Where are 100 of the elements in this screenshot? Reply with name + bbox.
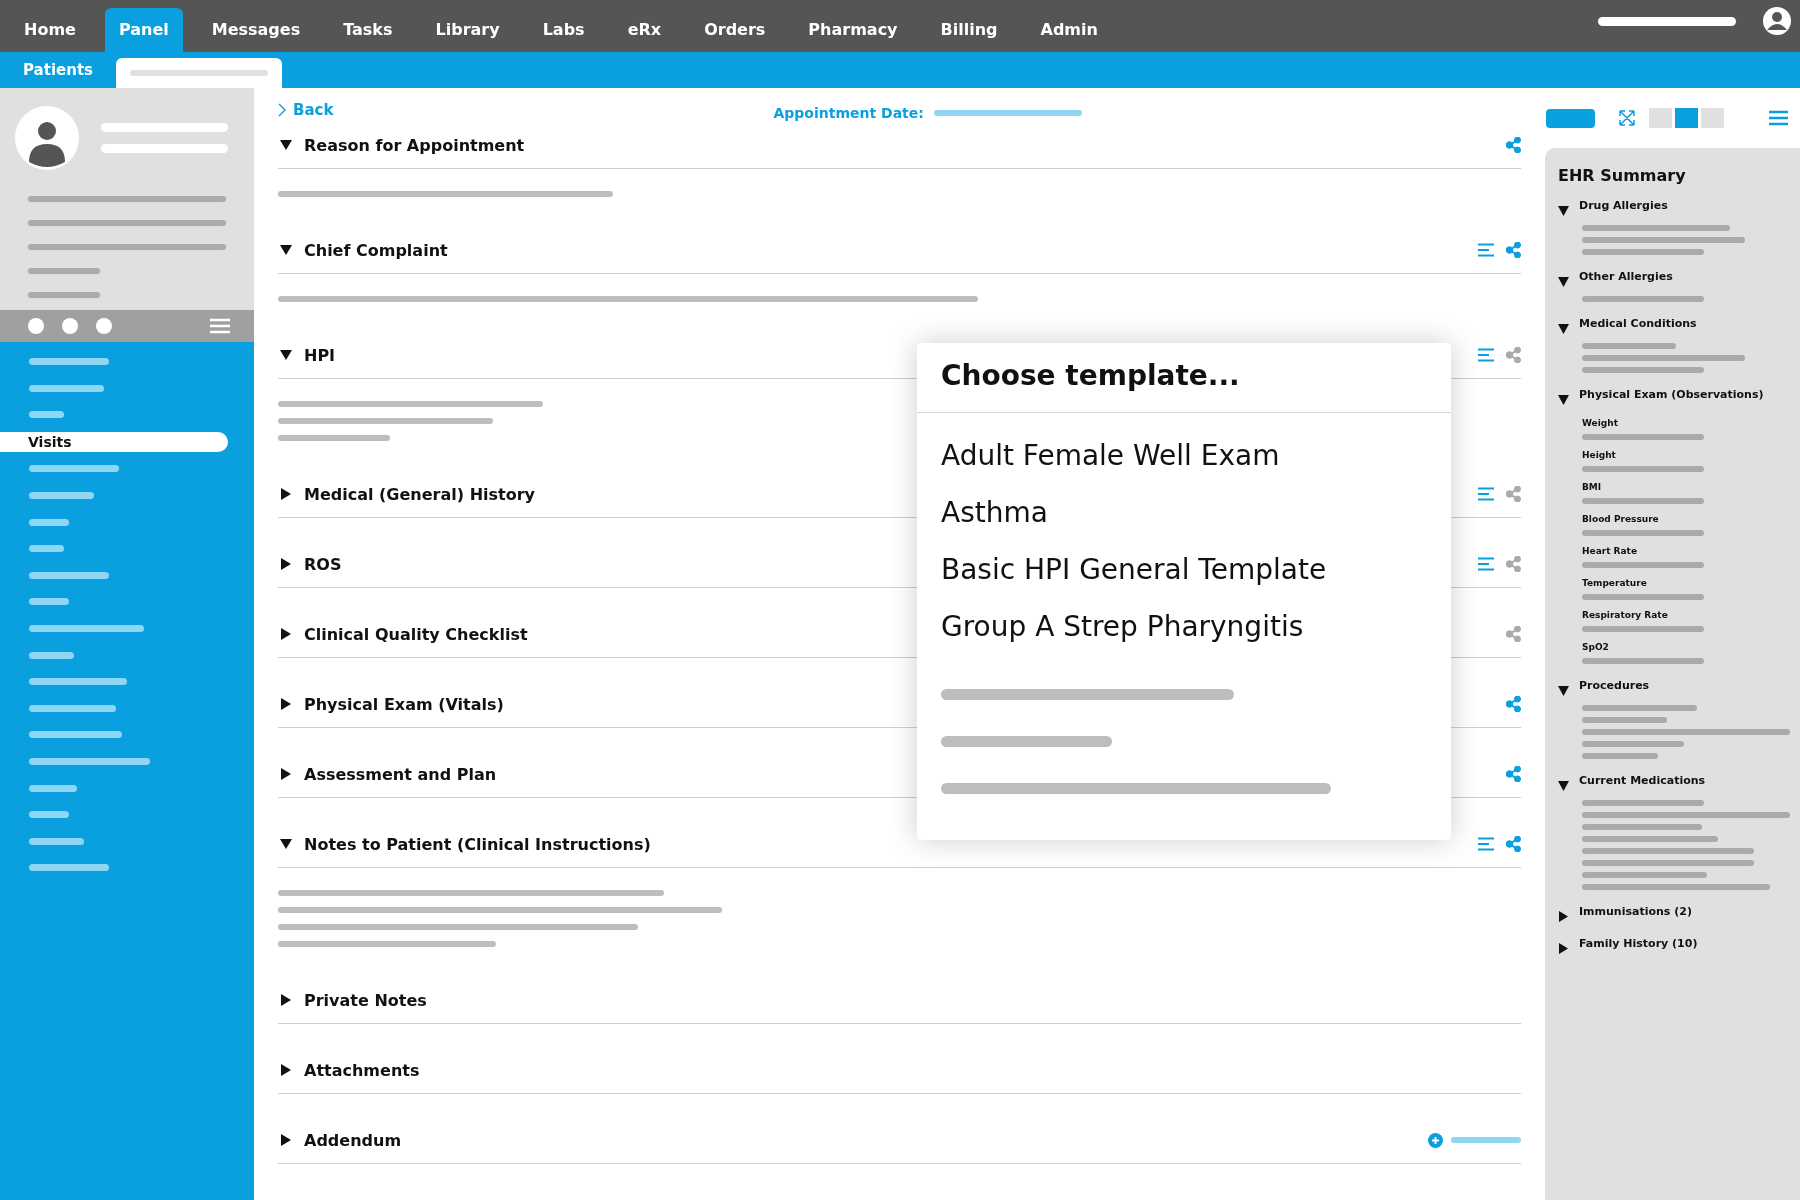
section-title[interactable]: Addendum (304, 1130, 402, 1150)
collapse-icon[interactable] (280, 349, 292, 361)
group-title[interactable]: Family History (10) (1579, 937, 1698, 950)
section-title[interactable]: Notes to Patient (Clinical Instructions) (304, 834, 651, 854)
menu-placeholder[interactable] (29, 545, 64, 553)
dot-icon[interactable] (62, 318, 78, 334)
list-icon[interactable] (1478, 487, 1494, 501)
list-icon[interactable] (1478, 557, 1494, 571)
section-title[interactable]: Reason for Appointment (304, 135, 525, 155)
expand-icon[interactable] (280, 768, 292, 780)
share-icon[interactable] (1506, 766, 1521, 782)
view-toggle[interactable] (1675, 108, 1698, 128)
nav-tab[interactable]: Messages (197, 8, 315, 52)
dot-icon[interactable] (96, 318, 112, 334)
menu-placeholder[interactable] (29, 491, 94, 499)
expand-icon[interactable] (280, 1064, 292, 1076)
template-option[interactable]: Asthma (941, 484, 1427, 541)
expand-icon[interactable] (280, 628, 292, 640)
expand-icon[interactable] (280, 698, 292, 710)
menu-placeholder[interactable] (29, 651, 74, 659)
share-icon[interactable] (1506, 347, 1521, 363)
list-icon[interactable] (1478, 837, 1494, 851)
search-field[interactable] (1598, 16, 1736, 26)
share-icon[interactable] (1506, 626, 1521, 642)
menu-placeholder[interactable] (29, 784, 77, 792)
expand-icon[interactable] (280, 994, 292, 1006)
menu-placeholder[interactable] (29, 518, 69, 526)
template-option[interactable]: Adult Female Well Exam (941, 427, 1427, 484)
expand-icon[interactable] (1558, 943, 1569, 954)
share-icon[interactable] (1506, 836, 1521, 852)
template-option[interactable]: Basic HPI General Template (941, 541, 1427, 598)
collapse-icon[interactable] (1558, 205, 1569, 216)
nav-tab[interactable]: Home (10, 8, 90, 52)
menu-icon[interactable] (1769, 110, 1788, 126)
menu-placeholder[interactable] (29, 465, 119, 473)
user-icon[interactable] (1762, 6, 1792, 36)
collapse-icon[interactable] (1558, 780, 1569, 791)
collapse-icon[interactable] (1558, 323, 1569, 334)
group-title[interactable]: Current Medications (1579, 774, 1706, 787)
section-title[interactable]: Clinical Quality Checklist (304, 624, 528, 644)
group-title[interactable]: Physical Exam (Observations) (1579, 388, 1764, 401)
menu-placeholder[interactable] (29, 411, 64, 419)
group-title[interactable]: Other Allergies (1579, 270, 1673, 283)
view-toggle[interactable] (1701, 108, 1724, 128)
collapse-icon[interactable] (280, 139, 292, 151)
share-icon[interactable] (1506, 696, 1521, 712)
expand-icon[interactable] (280, 1134, 292, 1146)
menu-placeholder[interactable] (29, 571, 109, 579)
nav-tab[interactable]: Orders (690, 8, 780, 52)
group-title[interactable]: Procedures (1579, 679, 1650, 692)
nav-tab[interactable]: Admin (1026, 8, 1112, 52)
nav-tab[interactable]: Labs (528, 8, 599, 52)
dot-icon[interactable] (28, 318, 44, 334)
section-title[interactable]: Private Notes (304, 990, 427, 1010)
section-title[interactable]: HPI (304, 345, 336, 365)
sidebar-item[interactable]: Visits (0, 431, 228, 452)
menu-placeholder[interactable] (29, 624, 144, 632)
expand-icon[interactable] (280, 488, 292, 500)
menu-placeholder[interactable] (29, 864, 109, 872)
section-title[interactable]: ROS (304, 554, 342, 574)
view-toggle[interactable] (1649, 108, 1672, 128)
expand-icon[interactable] (280, 558, 292, 570)
share-icon[interactable] (1506, 137, 1521, 153)
menu-placeholder[interactable] (29, 704, 116, 712)
nav-tab[interactable]: Tasks (329, 8, 407, 52)
date-field[interactable] (933, 109, 1082, 116)
section-title[interactable]: Chief Complaint (304, 240, 448, 260)
collapse-icon[interactable] (1558, 685, 1569, 696)
menu-placeholder[interactable] (29, 384, 104, 392)
share-icon[interactable] (1506, 556, 1521, 572)
collapse-icon[interactable] (280, 838, 292, 850)
menu-placeholder[interactable] (29, 811, 69, 819)
nav-tab[interactable]: Library (421, 8, 514, 52)
template-option[interactable]: Group A Strep Pharyngitis (941, 598, 1427, 655)
menu-placeholder[interactable] (29, 757, 150, 765)
add-icon[interactable] (1428, 1132, 1443, 1148)
nav-tab[interactable]: Pharmacy (794, 8, 912, 52)
collapse-icon[interactable] (280, 244, 292, 256)
list-icon[interactable] (1478, 243, 1494, 257)
expand-icon[interactable] (1558, 911, 1569, 922)
group-title[interactable]: Drug Allergies (1579, 199, 1668, 212)
share-icon[interactable] (1506, 242, 1521, 258)
group-title[interactable]: Medical Conditions (1579, 317, 1697, 330)
share-icon[interactable] (1506, 486, 1521, 502)
menu-placeholder[interactable] (29, 731, 122, 739)
collapse-icon[interactable] (1558, 276, 1569, 287)
collapse-icon[interactable] (1558, 394, 1569, 405)
section-title[interactable]: Assessment and Plan (304, 764, 497, 784)
group-title[interactable]: Immunisations (2) (1579, 905, 1692, 918)
chevron-icon[interactable] (278, 103, 287, 117)
menu-placeholder[interactable] (29, 837, 84, 845)
section-title[interactable]: Physical Exam (Vitals) (304, 694, 504, 714)
menu-placeholder[interactable] (29, 598, 69, 606)
section-title[interactable]: Medical (General) History (304, 484, 535, 504)
nav-tab[interactable]: eRx (613, 8, 676, 52)
nav-tab[interactable]: Billing (926, 8, 1012, 52)
section-title[interactable]: Attachments (304, 1060, 420, 1080)
list-icon[interactable] (1478, 348, 1494, 362)
action-button[interactable] (1546, 108, 1595, 128)
menu-placeholder[interactable] (29, 678, 127, 686)
